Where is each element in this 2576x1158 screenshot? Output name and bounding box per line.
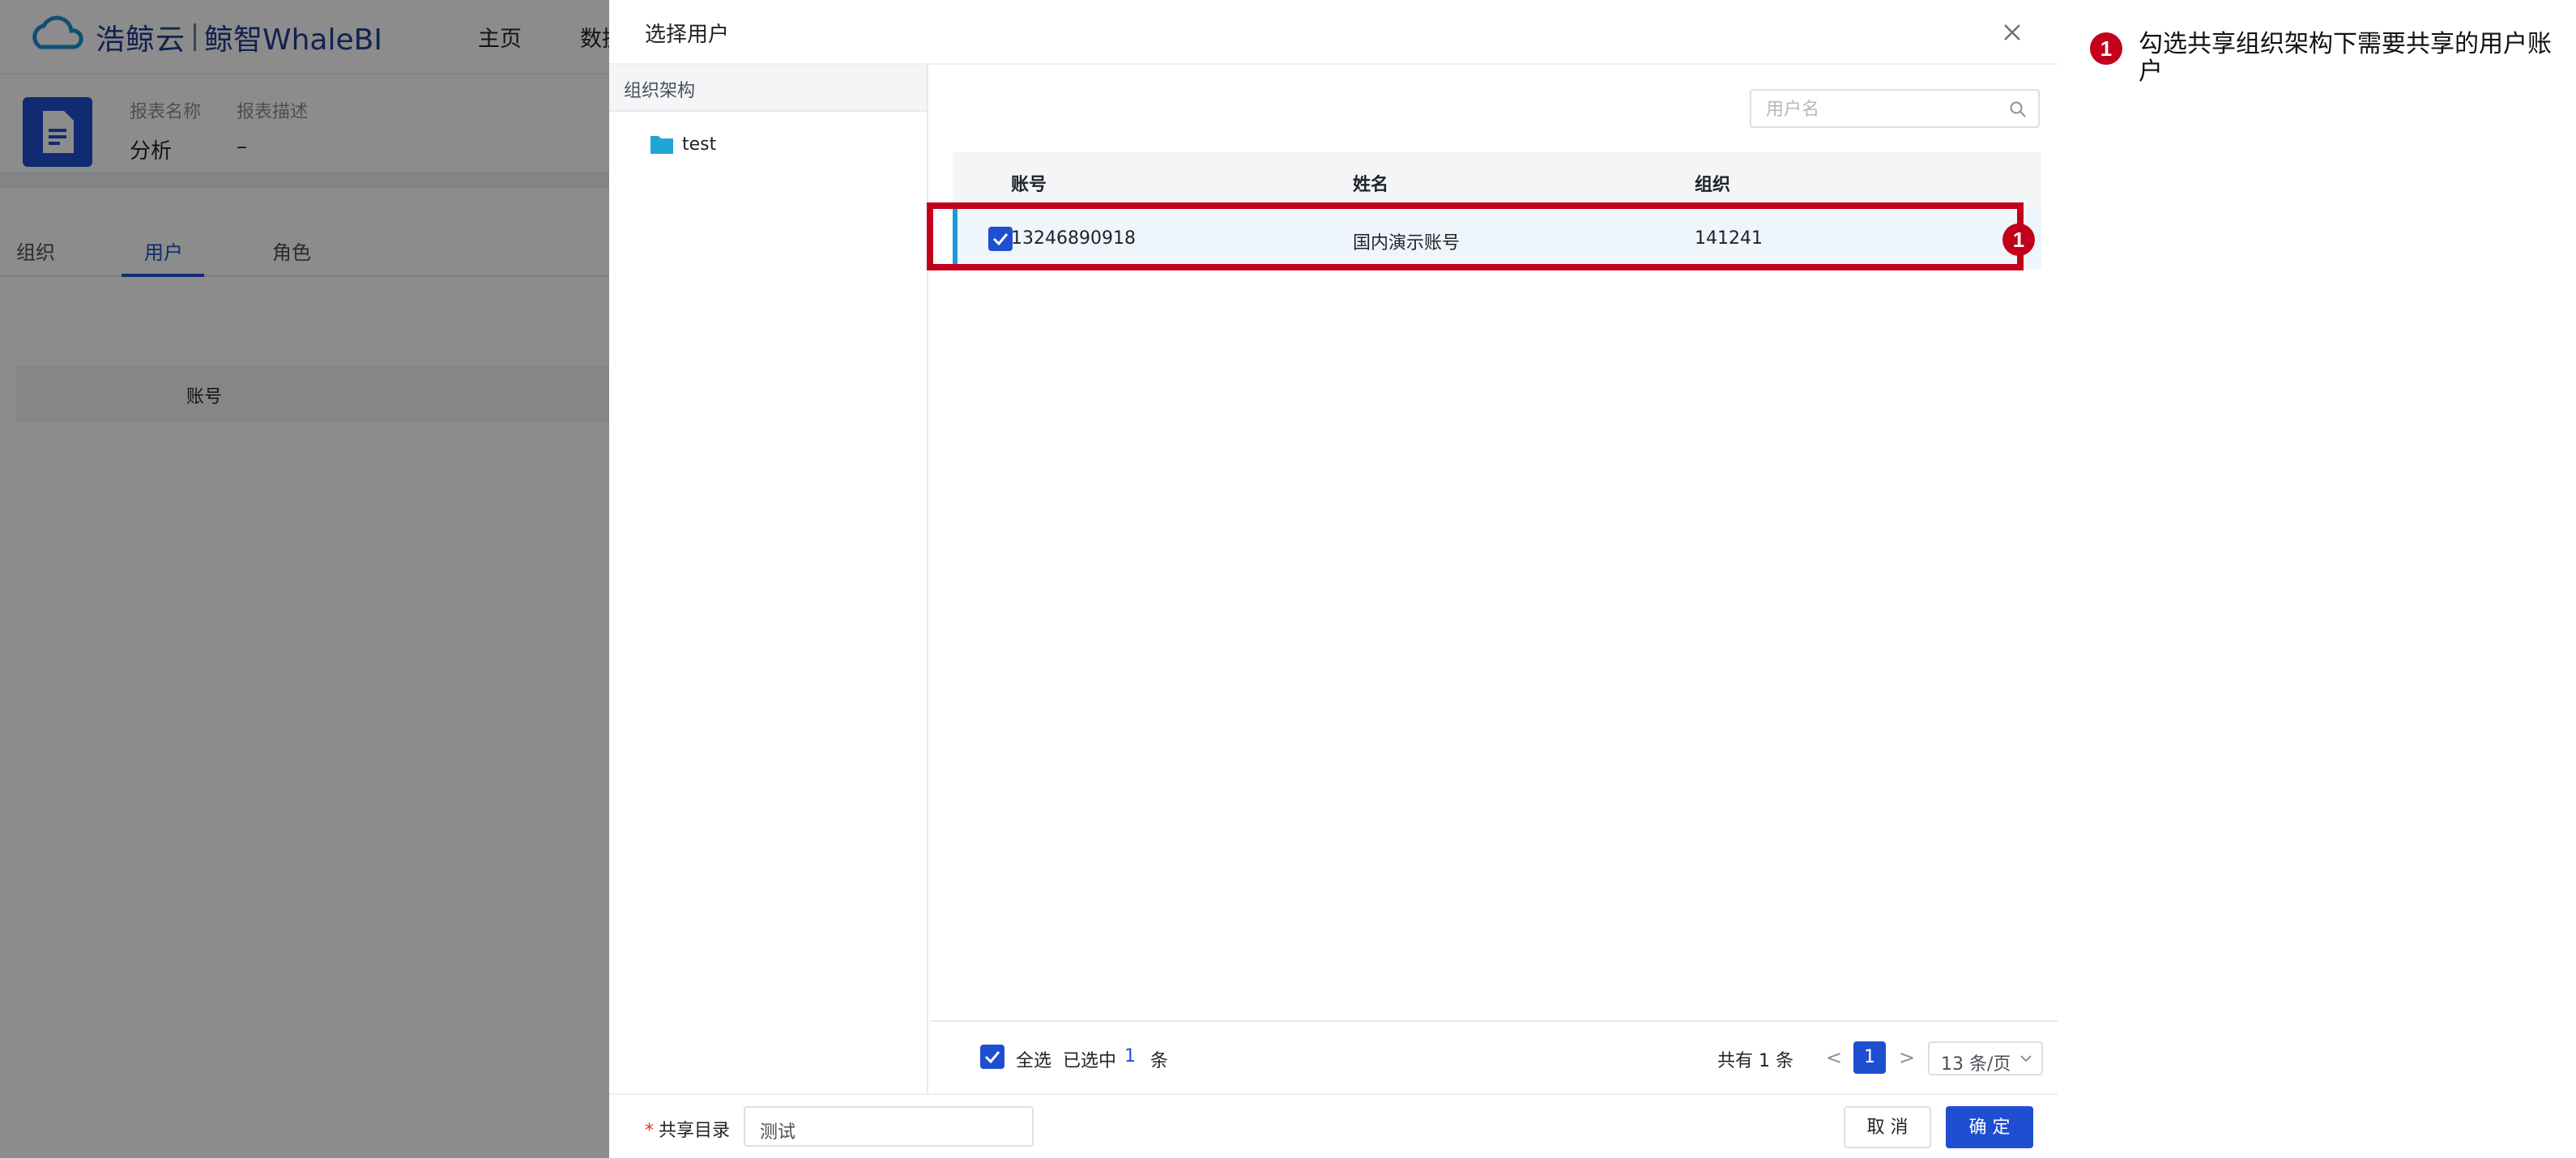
total-count: 共有 1 条 bbox=[1717, 1051, 1793, 1071]
page-size-select[interactable]: 13 条/页 bbox=[1928, 1041, 2043, 1075]
drawer-header: 选择用户 bbox=[609, 0, 2058, 65]
next-page-button[interactable]: > bbox=[1899, 1046, 1915, 1069]
username-search bbox=[1750, 89, 2040, 128]
table-header: 账号 姓名 组织 bbox=[953, 152, 2041, 209]
cancel-button[interactable]: 取 消 bbox=[1844, 1106, 1931, 1148]
org-tree-panel: 组织架构 test bbox=[609, 65, 928, 1093]
page-1-button[interactable]: 1 bbox=[1853, 1041, 1886, 1074]
org-node-test[interactable]: test bbox=[650, 128, 716, 160]
close-icon bbox=[2004, 24, 2020, 40]
select-all-checkbox[interactable] bbox=[980, 1045, 1004, 1069]
select-user-drawer: 选择用户 组织架构 test 账号 姓名 组织 bbox=[609, 0, 2058, 1158]
chevron-down-icon bbox=[2020, 1055, 2032, 1062]
highlight-box bbox=[927, 202, 2024, 270]
annotation-text: 勾选共享组织架构下需要共享的用户账户 bbox=[2139, 30, 2552, 86]
step-marker: 1 bbox=[2002, 224, 2035, 256]
share-dir-label-text: 共享目录 bbox=[659, 1121, 731, 1141]
step-marker-legend: 1 bbox=[2090, 32, 2122, 65]
folder-icon bbox=[650, 136, 673, 154]
prev-page-button[interactable]: < bbox=[1826, 1046, 1842, 1069]
check-icon bbox=[984, 1051, 1000, 1064]
required-mark: * bbox=[645, 1121, 654, 1141]
search-input[interactable] bbox=[1766, 97, 1993, 121]
drawer-title: 选择用户 bbox=[645, 23, 730, 47]
selected-count: 1 bbox=[1124, 1046, 1136, 1066]
share-dir-field[interactable]: 测试 bbox=[744, 1106, 1034, 1147]
org-tree-title: 组织架构 bbox=[624, 81, 696, 101]
selected-suffix: 条 bbox=[1150, 1051, 1169, 1071]
close-button[interactable] bbox=[1996, 16, 2028, 49]
list-footer: 全选 已选中 1 条 共有 1 条 < 1 > 13 条/页 bbox=[930, 1020, 2058, 1093]
column-account: 账号 bbox=[1011, 175, 1047, 195]
column-org: 组织 bbox=[1695, 175, 1731, 195]
drawer-footer: * 共享目录 测试 取 消 确 定 bbox=[609, 1093, 2058, 1158]
org-tree-header: 组织架构 bbox=[609, 65, 927, 112]
share-dir-label: * 共享目录 bbox=[645, 1116, 730, 1142]
column-name: 姓名 bbox=[1353, 175, 1389, 195]
search-icon[interactable] bbox=[2009, 100, 2027, 118]
annotation-panel: 1 勾选共享组织架构下需要共享的用户账户 bbox=[2058, 0, 2576, 1158]
org-node-label: test bbox=[682, 134, 717, 155]
confirm-button[interactable]: 确 定 bbox=[1946, 1106, 2033, 1148]
page-size-value: 13 条/页 bbox=[1941, 1054, 2011, 1075]
selected-prefix: 已选中 bbox=[1063, 1051, 1117, 1071]
select-all-label[interactable]: 全选 bbox=[1016, 1046, 1051, 1072]
